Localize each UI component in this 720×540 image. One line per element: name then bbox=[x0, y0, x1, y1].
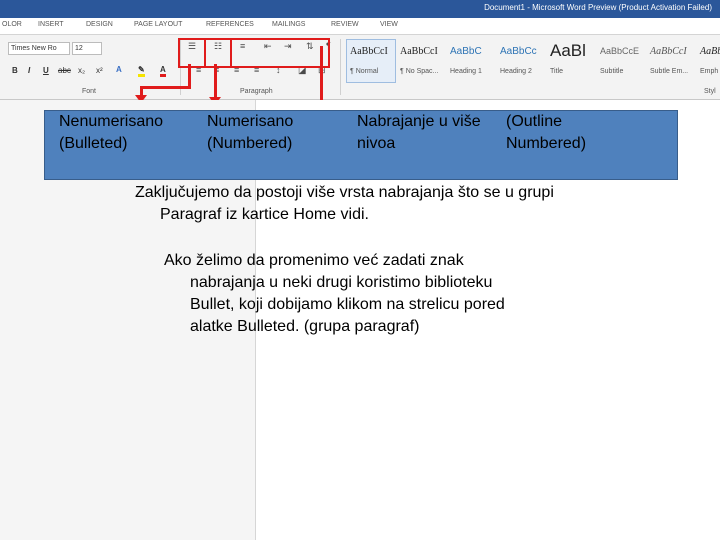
font-color-icon[interactable]: A bbox=[160, 65, 166, 77]
paragraph1-line1: Zaključujemo da postoji više vrsta nabra… bbox=[135, 184, 554, 201]
bullets-highlight bbox=[178, 38, 206, 68]
outline-label-line2: Numbered) bbox=[506, 135, 587, 152]
ribbon: Times New Ro 12 B I U abc x₂ x² A ✎ A Fo… bbox=[0, 35, 720, 100]
style-normal[interactable]: AaBbCcI ¶ Normal bbox=[346, 39, 396, 83]
multilevel-label: Nabrajanje u više nivoa bbox=[357, 111, 481, 155]
styles-group-label: Styl bbox=[704, 88, 716, 95]
list-types-box: Nenumerisano (Bulleted) Numerisano (Numb… bbox=[44, 110, 678, 180]
style-preview: AaBbCcE bbox=[600, 46, 640, 56]
style-preview: AaBbC bbox=[450, 46, 482, 57]
font-group-label: Font bbox=[82, 88, 97, 95]
highlight-icon[interactable]: ✎ bbox=[138, 65, 145, 77]
multilevel-label-line2: nivoa bbox=[357, 135, 396, 152]
style-title[interactable]: AaBl Title bbox=[546, 39, 596, 83]
numbered-label-line2: (Numbered) bbox=[207, 135, 293, 152]
bulleted-label: Nenumerisano (Bulleted) bbox=[59, 111, 163, 155]
tab-color[interactable]: OLOR bbox=[2, 21, 22, 28]
style-name: ¶ Normal bbox=[350, 68, 379, 75]
paragraph2-line4: alatke Bulleted. (grupa paragraf) bbox=[190, 318, 420, 335]
ribbon-separator bbox=[340, 39, 341, 95]
numbered-label: Numerisano (Numbered) bbox=[207, 111, 293, 155]
multilevel-label-line1: Nabrajanje u više bbox=[357, 113, 481, 130]
bold-button[interactable]: B bbox=[12, 66, 18, 75]
arrow-line bbox=[140, 86, 191, 89]
paragraph2-line1: Ako želimo da promenimo već zadati znak bbox=[164, 252, 464, 269]
font-size-select[interactable]: 12 bbox=[72, 42, 102, 55]
paragraph2-line3: Bullet, koji dobijamo klikom na strelicu… bbox=[190, 296, 505, 313]
style-preview: AaBbCcI bbox=[350, 46, 388, 57]
paragraph1-line2: Paragraf iz kartice Home vidi. bbox=[160, 206, 369, 223]
paragraph2-line2: nabrajanja u neki drugi koristimo biblio… bbox=[190, 274, 493, 291]
text-effects-icon[interactable]: A bbox=[116, 65, 122, 74]
style-subtle-emphasis[interactable]: AaBbCcI Subtle Em... bbox=[646, 39, 696, 83]
tab-page-layout[interactable]: PAGE LAYOUT bbox=[134, 21, 182, 28]
style-heading-1[interactable]: AaBbC Heading 1 bbox=[446, 39, 496, 83]
title-bar: Document1 - Microsoft Word Preview (Prod… bbox=[0, 0, 720, 18]
style-preview: AaBbCcI bbox=[700, 46, 720, 57]
strikethrough-button[interactable]: abc bbox=[58, 66, 71, 75]
style-no-spacing[interactable]: AaBbCcI ¶ No Spac... bbox=[396, 39, 446, 83]
style-subtitle[interactable]: AaBbCcE Subtitle bbox=[596, 39, 646, 83]
style-name: Subtitle bbox=[600, 68, 624, 75]
tab-view[interactable]: VIEW bbox=[380, 21, 398, 28]
paragraph-group-label: Paragraph bbox=[240, 88, 273, 95]
style-name: Heading 2 bbox=[500, 68, 532, 75]
tab-insert[interactable]: INSERT bbox=[38, 21, 64, 28]
style-heading-2[interactable]: AaBbCc Heading 2 bbox=[496, 39, 546, 83]
tab-references[interactable]: REFERENCES bbox=[206, 21, 254, 28]
arrow-line bbox=[188, 64, 191, 88]
font-name-select[interactable]: Times New Ro bbox=[8, 42, 70, 55]
style-name: ¶ No Spac... bbox=[400, 68, 439, 75]
numbered-label-line1: Numerisano bbox=[207, 113, 294, 130]
style-preview: AaBbCcI bbox=[650, 46, 687, 57]
italic-button[interactable]: I bbox=[28, 66, 30, 75]
numbering-highlight bbox=[204, 38, 232, 68]
subscript-button[interactable]: x₂ bbox=[78, 66, 85, 75]
superscript-button[interactable]: x² bbox=[96, 66, 103, 75]
ribbon-tabs: OLOR INSERT DESIGN PAGE LAYOUT REFERENCE… bbox=[0, 18, 720, 35]
style-preview: AaBbCc bbox=[500, 46, 537, 57]
arrow-line bbox=[214, 64, 217, 98]
tab-mailings[interactable]: MAILINGS bbox=[272, 21, 305, 28]
style-preview: AaBbCcI bbox=[400, 46, 438, 57]
tab-review[interactable]: REVIEW bbox=[331, 21, 359, 28]
style-name: Emph bbox=[700, 68, 719, 75]
underline-button[interactable]: U bbox=[43, 66, 49, 75]
outline-label: (Outline Numbered) bbox=[506, 111, 586, 155]
bulleted-label-line2: (Bulleted) bbox=[59, 135, 128, 152]
style-name: Title bbox=[550, 68, 563, 75]
style-emphasis[interactable]: AaBbCcI Emph bbox=[696, 39, 720, 83]
outline-label-line1: (Outline bbox=[506, 113, 563, 130]
window-title: Document1 - Microsoft Word Preview (Prod… bbox=[484, 3, 712, 12]
style-name: Subtle Em... bbox=[650, 68, 689, 75]
tab-design[interactable]: DESIGN bbox=[86, 21, 113, 28]
style-preview: AaBl bbox=[550, 41, 586, 60]
style-name: Heading 1 bbox=[450, 68, 482, 75]
bulleted-label-line1: Nenumerisano bbox=[59, 113, 164, 130]
